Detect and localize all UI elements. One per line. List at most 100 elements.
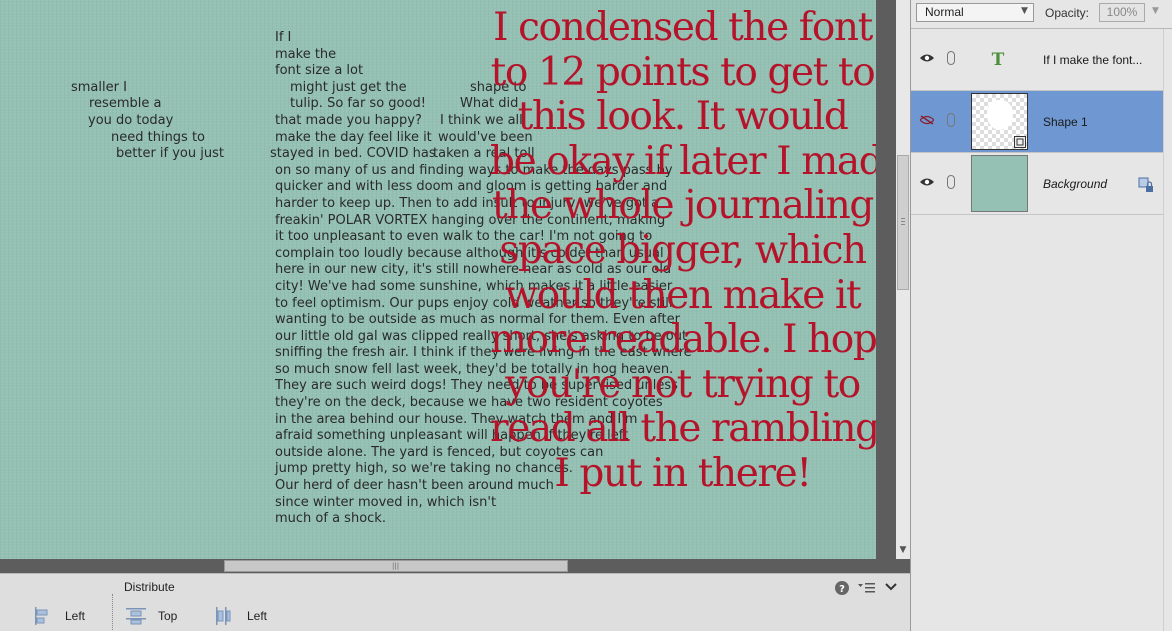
journal-line: smaller Imight just get the shape to xyxy=(0,80,540,97)
caption-line: I condensed the font xyxy=(493,5,873,50)
journal-line: our little old gal was clipped really sh… xyxy=(0,329,687,346)
caption-line: space bigger, which xyxy=(499,227,867,273)
caption-line: read all the rambling xyxy=(490,406,876,452)
journal-line: you do today that made you happy? I think … xyxy=(0,113,540,130)
layer-row-background[interactable]: Background xyxy=(911,153,1163,215)
lock-icon[interactable] xyxy=(1138,177,1154,193)
journal-line: jump pretty high, so we're taking no cha… xyxy=(0,461,573,478)
scroll-down-arrow-icon[interactable]: ▼ xyxy=(896,543,910,557)
layer-name[interactable]: If I make the font... xyxy=(1043,53,1142,67)
blend-mode-select[interactable]: Normal xyxy=(916,3,1034,22)
opacity-label: Opacity: xyxy=(1045,6,1090,20)
journal-line: need things to make the day feel like it w… xyxy=(0,130,540,147)
journal-text-segment: much of a shock. xyxy=(275,511,386,527)
journal-line: harder to keep up. Then to add insult to… xyxy=(0,196,659,213)
journal-text-segment: make the xyxy=(275,46,337,62)
journal-line: wanting to be outside as much as normal … xyxy=(0,312,680,329)
journal-line: since winter moved in, which isn't xyxy=(0,495,540,512)
distribute-left-label[interactable]: Left xyxy=(247,609,267,623)
journal-line: make the xyxy=(0,47,540,64)
journal-line: resemble a tulip. So far so good! What did xyxy=(0,96,540,113)
journal-line: better if you just stayed in bed. COVID h… xyxy=(0,146,540,163)
link-icon xyxy=(947,175,955,189)
document-canvas[interactable]: If Imake the font size a lot smaller I migh… xyxy=(0,0,876,559)
distribute-left-icon[interactable] xyxy=(215,607,231,625)
scroll-grip-line xyxy=(901,221,905,222)
journal-line: to feel optimism. Our pups enjoy cold we… xyxy=(0,296,672,313)
journal-line: complain too loudly because although it'… xyxy=(0,246,664,263)
layer-thumbnail xyxy=(971,155,1028,212)
journal-line: here in our new city, it's still nowhere… xyxy=(0,262,671,279)
chevron-down-icon[interactable] xyxy=(885,582,897,592)
journal-line: freakin' POLAR VORTEX hanging over the c… xyxy=(0,213,665,230)
scroll-grip-icon: ||| xyxy=(392,562,400,570)
journal-line: on so many of us and finding ways to mak… xyxy=(0,163,673,180)
journaling-text-layer: If Imake the font size a lot smaller I migh… xyxy=(0,30,692,528)
journal-line: it too unpleasant to even walk to the ca… xyxy=(0,229,652,246)
journal-line: they're on the deck, because we have two… xyxy=(0,395,663,412)
caption-line: the whole journaling xyxy=(492,183,874,229)
journal-line: much of a shock. xyxy=(0,511,540,528)
svg-text:T: T xyxy=(992,51,1005,67)
journal-text-segment: tulip. So far so good! xyxy=(290,96,426,112)
journal-text-segment: better if you just xyxy=(116,146,224,162)
shape-preview xyxy=(987,100,1013,130)
layer-name[interactable]: Shape 1 xyxy=(1043,115,1088,129)
journal-line: afraid something unpleasant will happen … xyxy=(0,428,628,445)
layer-name[interactable]: Background xyxy=(1043,177,1107,191)
opacity-dropdown-arrow-icon[interactable]: ▼ xyxy=(1152,6,1159,16)
journal-line: sniffing the fresh air. I think if they … xyxy=(0,345,692,362)
caption-text: I condensed the font to 12 points to get … xyxy=(490,5,876,497)
caption-line: you're not trying to xyxy=(505,361,861,407)
journal-text-segment: font size a lot xyxy=(275,63,364,79)
journal-line: quicker and with less doom and gloom is … xyxy=(0,179,667,196)
caption-line: more readable. I hope xyxy=(490,317,876,363)
toolbar-divider xyxy=(112,594,114,630)
journal-text-segment: that made you happy? xyxy=(275,112,422,128)
journal-line: They are such weird dogs! They need to b… xyxy=(0,378,678,395)
caption-line: this look. It would xyxy=(517,94,849,140)
journal-text-segment: stayed in bed. COVID has xyxy=(270,146,436,162)
journal-text-segment: If I xyxy=(275,30,292,45)
layers-scrollbar[interactable] xyxy=(1163,29,1172,631)
panel-menu-icon[interactable] xyxy=(858,581,876,595)
caption-line: would then make it xyxy=(504,272,862,318)
journal-text-segment: make the day feel like it xyxy=(275,129,432,145)
journal-line: city! We've had some sunshine, which mak… xyxy=(0,279,672,296)
text-layer-icon: T xyxy=(992,51,1005,67)
journal-text-segment: need things to xyxy=(111,129,206,145)
distribute-top-label[interactable]: Top xyxy=(158,609,177,623)
link-icon xyxy=(947,51,955,65)
journal-line: If I xyxy=(0,30,540,47)
scroll-grip-line xyxy=(901,218,905,219)
help-icon[interactable]: ? xyxy=(834,580,850,596)
svg-text:?: ? xyxy=(839,584,845,595)
layer-row-text[interactable]: T If I make the font... xyxy=(911,29,1163,91)
journal-line: outside alone. The yard is fenced, but c… xyxy=(0,445,603,462)
align-left-icon[interactable] xyxy=(34,607,50,625)
smart-object-icon xyxy=(1014,136,1026,148)
journal-line: font size a lot xyxy=(0,63,540,80)
journal-text-segment: might just get the xyxy=(290,79,407,95)
link-icon xyxy=(947,113,955,127)
dropdown-arrow-icon[interactable]: ▼ xyxy=(1021,6,1028,16)
caption-line: to 12 points to get to xyxy=(490,49,876,95)
caption-line: be okay if later I made xyxy=(490,138,876,184)
scroll-grip-line xyxy=(901,224,905,225)
opacity-field[interactable]: 100% xyxy=(1099,3,1145,22)
align-left-label[interactable]: Left xyxy=(65,609,85,623)
journal-text-segment: resemble a xyxy=(89,96,162,112)
caption-line: I put in there! xyxy=(554,450,812,496)
layer-thumbnail xyxy=(971,93,1028,150)
vertical-scrollbar-thumb[interactable] xyxy=(897,155,909,290)
journal-text-segment: you do today xyxy=(88,112,174,128)
eye-icon[interactable] xyxy=(920,177,934,187)
journal-line: Our herd of deer hasn't been around much xyxy=(0,478,554,495)
journal-line: in the area behind our house. They watch… xyxy=(0,412,637,429)
distribute-label: Distribute xyxy=(124,580,175,594)
distribute-top-icon[interactable] xyxy=(126,607,146,625)
eye-hidden-icon[interactable] xyxy=(920,115,934,125)
layer-row-shape[interactable]: Shape 1 xyxy=(911,91,1163,153)
eye-icon[interactable] xyxy=(920,53,934,63)
journal-text-segment: since winter moved in, which isn't xyxy=(275,494,497,510)
